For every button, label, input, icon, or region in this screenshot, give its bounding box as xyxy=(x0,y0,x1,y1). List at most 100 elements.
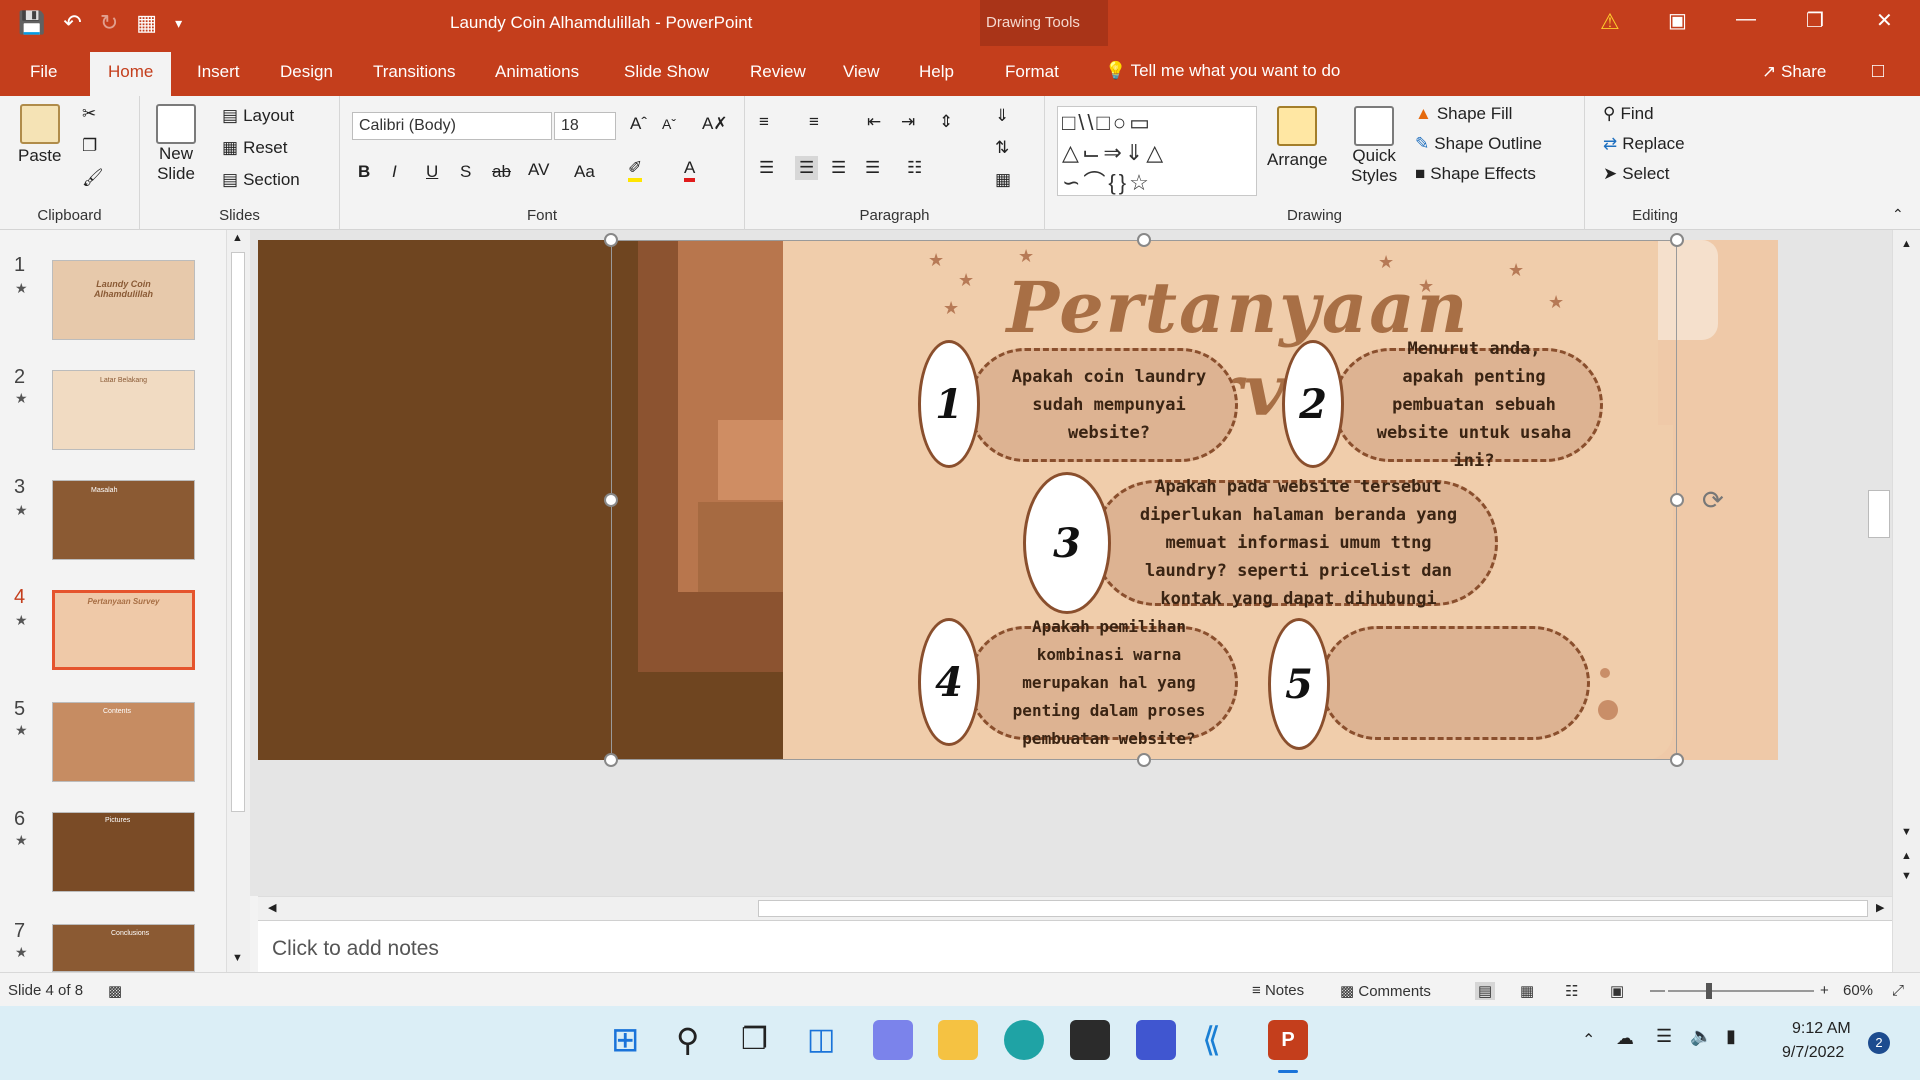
chat-icon[interactable] xyxy=(873,1020,913,1060)
zoom-slider[interactable] xyxy=(1668,983,1814,999)
select-button[interactable]: ➤ Select xyxy=(1603,164,1670,184)
fit-to-window-icon[interactable]: ⤢ xyxy=(1892,982,1904,999)
close-button[interactable]: ✕ xyxy=(1876,8,1893,33)
file-explorer-icon[interactable] xyxy=(938,1020,978,1060)
wifi-icon[interactable]: ☰ xyxy=(1656,1026,1672,1047)
zoom-slider-thumb[interactable] xyxy=(1706,983,1712,999)
clock-date[interactable]: 9/7/2022 xyxy=(1782,1044,1844,1062)
tab-file[interactable]: File xyxy=(30,62,57,82)
resize-handle[interactable] xyxy=(1670,753,1684,767)
find-button[interactable]: ⚲ Find xyxy=(1603,104,1654,124)
underline-button[interactable]: U xyxy=(426,162,438,182)
start-icon[interactable]: ⊞ xyxy=(611,1020,651,1060)
tab-format[interactable]: Format xyxy=(1005,62,1059,82)
bold-button[interactable]: B xyxy=(358,162,370,182)
shadow-button[interactable]: S xyxy=(460,162,471,182)
zoom-in-button[interactable]: + xyxy=(1820,982,1829,999)
font-family-field[interactable]: Calibri (Body) xyxy=(352,112,552,140)
bullets-button[interactable]: ≡ xyxy=(759,112,769,132)
arrange-button[interactable]: Arrange xyxy=(1267,106,1327,170)
save-icon[interactable]: 💾 xyxy=(18,8,45,38)
normal-view-button[interactable]: ▤ xyxy=(1475,982,1496,1000)
undo-icon[interactable]: ↶ xyxy=(63,8,81,38)
start-from-beginning-icon[interactable]: ▦ xyxy=(136,8,157,38)
scroll-down-icon[interactable]: ▼ xyxy=(1901,826,1912,838)
cut-button[interactable]: ✂ xyxy=(82,104,96,124)
shape-outline-button[interactable]: ✎ Shape Outline xyxy=(1415,134,1542,154)
slide-thumbnail[interactable]: Pictures xyxy=(52,812,195,892)
shapes-gallery[interactable]: □\\□○▭ △⌙⇒⇓△ ∽⌒{}☆ xyxy=(1057,106,1257,196)
layout-button[interactable]: ▤ Layout xyxy=(222,106,294,126)
powerpoint-icon[interactable]: P xyxy=(1268,1020,1308,1060)
highlight-button[interactable]: ✐ xyxy=(628,158,643,182)
collapse-ribbon-button[interactable]: ⌃ xyxy=(1892,206,1904,223)
minimize-button[interactable]: — xyxy=(1736,8,1756,31)
clear-formatting-button[interactable]: A✗ xyxy=(702,114,728,134)
reset-button[interactable]: ▦ Reset xyxy=(222,138,287,158)
change-case-button[interactable]: Aa xyxy=(574,162,595,182)
align-right-button[interactable]: ☰ xyxy=(831,158,846,178)
align-center-button[interactable]: ☰ xyxy=(795,156,819,180)
columns-button[interactable]: ☷ xyxy=(907,158,922,178)
zoom-level[interactable]: 60% xyxy=(1843,982,1873,999)
justify-button[interactable]: ☰ xyxy=(865,158,880,178)
tab-animations[interactable]: Animations xyxy=(495,62,579,82)
notes-pane[interactable]: Click to add notes xyxy=(258,920,1892,972)
battery-icon[interactable]: ▮ xyxy=(1726,1026,1736,1047)
line-spacing-button[interactable]: ⇕ xyxy=(939,112,953,132)
resize-handle[interactable] xyxy=(604,493,618,507)
resize-handle[interactable] xyxy=(1670,233,1684,247)
task-view-icon[interactable]: ❐ xyxy=(741,1020,781,1060)
tray-overflow-icon[interactable]: ⌃ xyxy=(1582,1030,1595,1050)
restore-button[interactable]: ❐ xyxy=(1806,8,1824,33)
slide-thumbnail[interactable]: Latar Belakang xyxy=(52,370,195,450)
scroll-left-icon[interactable]: ◀ xyxy=(268,901,276,914)
resize-handle[interactable] xyxy=(604,233,618,247)
tab-review[interactable]: Review xyxy=(750,62,806,82)
scroll-thumb[interactable] xyxy=(231,252,245,812)
align-text-button[interactable]: ⇅ xyxy=(995,138,1009,158)
increase-indent-button[interactable]: ⇥ xyxy=(901,112,915,132)
character-spacing-button[interactable]: AV xyxy=(528,160,549,180)
vscode-icon[interactable]: ⟪ xyxy=(1202,1020,1242,1060)
shape-effects-button[interactable]: ■ Shape Effects xyxy=(1415,164,1536,184)
previous-slide-icon[interactable]: ▲ xyxy=(1901,850,1912,862)
scroll-up-icon[interactable]: ▲ xyxy=(232,232,243,244)
notification-badge[interactable]: 2 xyxy=(1868,1032,1890,1054)
tab-home[interactable]: Home xyxy=(90,52,172,96)
shrink-font-button[interactable]: Aˇ xyxy=(662,116,676,132)
tab-insert[interactable]: Insert xyxy=(197,62,240,82)
slideshow-button[interactable]: ▣ xyxy=(1610,982,1624,1000)
rotate-handle-icon[interactable]: ⟳ xyxy=(1702,485,1724,516)
resize-handle[interactable] xyxy=(1670,493,1684,507)
strikethrough-button[interactable]: ab xyxy=(492,162,511,182)
scroll-right-icon[interactable]: ▶ xyxy=(1876,901,1884,914)
slide-sorter-button[interactable]: ▦ xyxy=(1520,982,1534,1000)
ribbon-display-icon[interactable]: ▣ xyxy=(1668,8,1687,33)
visual-studio-icon[interactable] xyxy=(1136,1020,1176,1060)
slide-thumbnail[interactable]: Laundy Coin Alhamdulillah xyxy=(52,260,195,340)
reading-view-button[interactable]: ☷ xyxy=(1565,982,1578,1000)
align-left-button[interactable]: ☰ xyxy=(759,158,774,178)
resize-handle[interactable] xyxy=(1137,753,1151,767)
new-slide-button[interactable]: New Slide xyxy=(156,104,196,184)
customize-qat-icon[interactable]: ▾ xyxy=(175,8,182,38)
brown-side-panel[interactable] xyxy=(258,240,638,760)
widgets-icon[interactable]: ◫ xyxy=(807,1020,847,1060)
redo-icon[interactable]: ↻ xyxy=(100,8,118,38)
comments-icon[interactable]: □ xyxy=(1872,60,1884,83)
next-slide-icon[interactable]: ▼ xyxy=(1901,870,1912,882)
slide-horizontal-scrollbar[interactable]: ◀ ▶ xyxy=(258,896,1892,920)
thumbnails-scrollbar[interactable]: ▲ ▼ xyxy=(226,230,250,972)
accessibility-icon[interactable]: ▩ xyxy=(108,982,122,1000)
tell-me-search[interactable]: 💡 Tell me what you want to do xyxy=(1105,61,1340,81)
slide-thumbnail[interactable]: Conclusions xyxy=(52,924,195,972)
search-icon[interactable]: ⚲ xyxy=(676,1020,716,1060)
tab-help[interactable]: Help xyxy=(919,62,954,82)
quick-styles-button[interactable]: Quick Styles xyxy=(1351,106,1397,186)
warning-icon[interactable]: ⚠ xyxy=(1600,9,1620,35)
paste-button[interactable]: Paste xyxy=(18,104,61,166)
slide-thumbnail[interactable]: Masalah xyxy=(52,480,195,560)
slide-vertical-scrollbar[interactable]: ▲ ▼ ▲ ▼ xyxy=(1892,230,1920,972)
grow-font-button[interactable]: Aˆ xyxy=(630,114,647,134)
